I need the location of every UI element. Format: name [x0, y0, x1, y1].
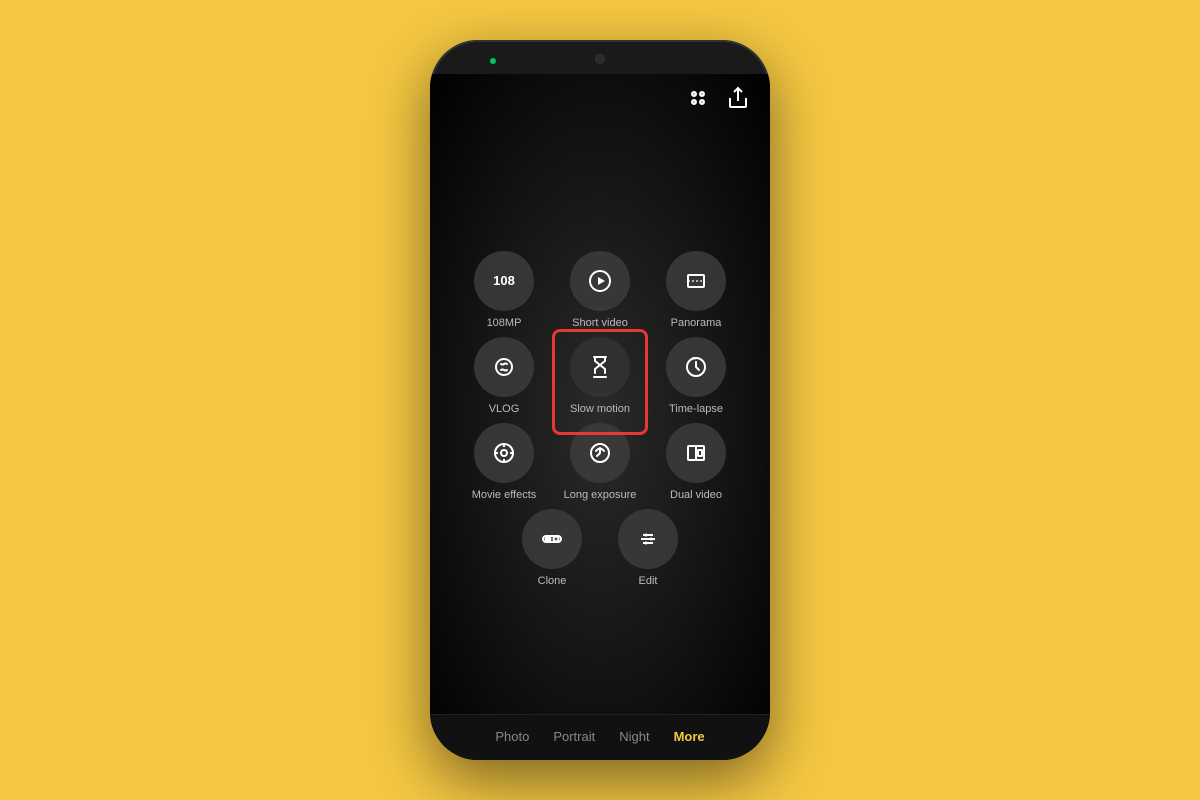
phone-screen: 108 108MP Short video: [430, 74, 770, 760]
long-exposure-icon-circle[interactable]: [570, 423, 630, 483]
clone-icon-circle[interactable]: [522, 509, 582, 569]
movie-effects-icon-circle[interactable]: [474, 423, 534, 483]
movie-effects-label: Movie effects: [472, 489, 537, 501]
time-lapse-icon-circle[interactable]: [666, 337, 726, 397]
dual-video-icon-circle[interactable]: [666, 423, 726, 483]
mode-panorama[interactable]: Panorama: [656, 251, 736, 329]
mode-long-exposure[interactable]: Long exposure: [560, 423, 640, 501]
dual-video-label: Dual video: [670, 489, 722, 501]
mode-slow-motion[interactable]: Slow motion: [560, 337, 640, 415]
phone-top-bar: [430, 40, 770, 74]
108mp-label: 108MP: [487, 317, 522, 329]
grid-row-1: 108 108MP Short video: [464, 251, 736, 329]
mode-time-lapse[interactable]: Time-lapse: [656, 337, 736, 415]
panorama-icon-circle[interactable]: [666, 251, 726, 311]
108mp-icon-circle[interactable]: 108: [474, 251, 534, 311]
time-lapse-label: Time-lapse: [669, 403, 723, 415]
bottom-nav: Photo Portrait Night More: [430, 714, 770, 760]
108mp-text: 108: [493, 273, 515, 288]
vlog-icon-circle[interactable]: [474, 337, 534, 397]
grid-row-4: Clone Edi: [512, 509, 688, 587]
short-video-label: Short video: [572, 317, 628, 329]
mode-vlog[interactable]: VLOG: [464, 337, 544, 415]
clone-label: Clone: [538, 575, 567, 587]
slow-motion-icon-circle[interactable]: [570, 337, 630, 397]
mode-108mp[interactable]: 108 108MP: [464, 251, 544, 329]
slow-motion-label: Slow motion: [570, 403, 630, 415]
nav-portrait[interactable]: Portrait: [553, 729, 595, 744]
edit-label: Edit: [639, 575, 658, 587]
grid-icon[interactable]: [686, 86, 710, 115]
mode-grid: 108 108MP Short video: [430, 123, 770, 714]
mode-dual-video[interactable]: Dual video: [656, 423, 736, 501]
mode-short-video[interactable]: Short video: [560, 251, 640, 329]
mode-clone[interactable]: Clone: [512, 509, 592, 587]
short-video-icon-circle[interactable]: [570, 251, 630, 311]
grid-row-3: Movie effects Long exposure: [464, 423, 736, 501]
long-exposure-label: Long exposure: [564, 489, 637, 501]
top-toolbar: [430, 74, 770, 123]
share-icon[interactable]: [726, 86, 750, 115]
mode-movie-effects[interactable]: Movie effects: [464, 423, 544, 501]
phone-frame: 108 108MP Short video: [430, 40, 770, 760]
front-camera: [595, 54, 605, 64]
led-indicator: [490, 58, 496, 64]
nav-photo[interactable]: Photo: [495, 729, 529, 744]
nav-night[interactable]: Night: [619, 729, 649, 744]
mode-edit[interactable]: Edit: [608, 509, 688, 587]
vlog-label: VLOG: [489, 403, 520, 415]
grid-row-2: VLOG Slow motion: [464, 337, 736, 415]
panorama-label: Panorama: [671, 317, 722, 329]
nav-more[interactable]: More: [674, 729, 705, 744]
edit-icon-circle[interactable]: [618, 509, 678, 569]
